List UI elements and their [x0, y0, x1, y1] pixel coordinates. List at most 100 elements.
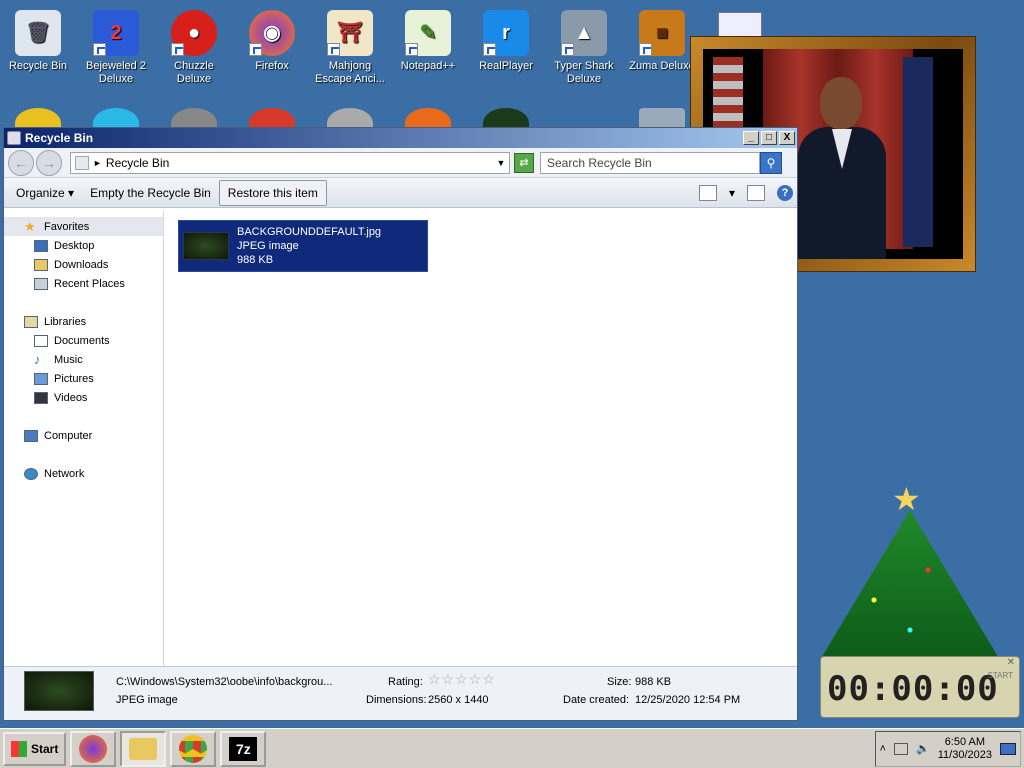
start-button[interactable]: Start — [3, 731, 67, 766]
documents-icon — [34, 334, 48, 347]
dimensions-value: 2560 x 1440 — [428, 694, 489, 706]
recycle-bin-icon — [75, 155, 89, 170]
image-thumbnail — [183, 232, 229, 260]
date-created-value: 12/25/2020 12:54 PM — [635, 694, 741, 706]
forward-button[interactable]: → — [36, 149, 62, 176]
empty-recycle-bin-button[interactable]: Empty the Recycle Bin — [82, 181, 219, 205]
clock-gadget[interactable]: ✕ 00:00:00 START — [820, 656, 1020, 718]
nav-videos[interactable]: Videos — [4, 388, 163, 407]
nav-computer[interactable]: Computer — [4, 426, 163, 445]
chevron-down-icon[interactable]: ▾ — [729, 186, 735, 200]
taskbar-chrome[interactable] — [170, 730, 217, 767]
zuma-icon: ■ — [639, 10, 685, 56]
nav-music[interactable]: ♪ Music — [4, 350, 163, 369]
rating-label: Rating: — [388, 676, 423, 688]
window-title: Recycle Bin — [25, 131, 94, 145]
nav-network[interactable]: Network — [4, 464, 163, 483]
notepadpp-icon: ✎ — [405, 10, 451, 56]
desktop-icon-firefox[interactable]: ◉ Firefox — [234, 4, 310, 73]
clock-digits: 00:00:00 — [827, 669, 999, 709]
desktop-icon-bejeweled[interactable]: 2 Bejeweled 2 Deluxe — [78, 4, 154, 86]
size-label: Size: — [607, 676, 632, 688]
desktop-icon-typer-shark[interactable]: ▲ Typer Shark Deluxe — [546, 4, 622, 86]
recycle-bin-window: Recycle Bin _ □ X ← → ► Recycle Bin ▼ ⇄ … — [3, 127, 798, 721]
breadcrumb[interactable]: Recycle Bin — [106, 156, 169, 170]
bejeweled-icon: 2 — [93, 10, 139, 56]
rating-stars[interactable]: ☆☆☆☆☆ — [428, 671, 496, 688]
taskbar-7zip[interactable]: 7z — [220, 730, 267, 767]
desktop-icon-label: Mahjong Escape Anci... — [315, 60, 385, 85]
desktop-icon-chuzzle[interactable]: ● Chuzzle Deluxe — [156, 4, 232, 86]
nav-libraries[interactable]: Libraries — [4, 312, 163, 331]
close-icon[interactable]: ✕ — [1007, 657, 1015, 668]
dimensions-label: Dimensions: — [366, 694, 427, 706]
taskbar-explorer[interactable] — [120, 730, 167, 767]
command-bar: Organize ▾ Empty the Recycle Bin Restore… — [4, 178, 797, 208]
chevron-down-icon[interactable]: ▼ — [493, 158, 509, 168]
windows-logo-icon — [11, 740, 27, 757]
7zip-icon: 7z — [229, 736, 258, 761]
desktop-icon-notepadpp[interactable]: ✎ Notepad++ — [390, 4, 466, 73]
realplayer-icon: r — [483, 10, 529, 56]
desktop-icon-realplayer[interactable]: r RealPlayer — [468, 4, 544, 73]
desktop-icon-label: RealPlayer — [479, 60, 533, 72]
nav-desktop[interactable]: Desktop — [4, 236, 163, 255]
file-name: BACKGROUNDDEFAULT.jpg — [237, 226, 382, 238]
preview-pane-icon[interactable] — [747, 184, 765, 201]
file-item-selected[interactable]: BACKGROUNDDEFAULT.jpg JPEG image 988 KB — [178, 220, 428, 272]
desktop-icon-label: Bejeweled 2 Deluxe — [86, 60, 146, 85]
desktop-icon-label: Chuzzle Deluxe — [174, 60, 214, 85]
address-bar[interactable]: ► Recycle Bin ▼ — [70, 151, 510, 174]
show-desktop-icon[interactable] — [1000, 742, 1016, 755]
recycle-bin-icon — [7, 131, 21, 145]
recent-places-icon — [34, 277, 48, 290]
nav-documents[interactable]: Documents — [4, 331, 163, 350]
search-input[interactable]: Search Recycle Bin — [540, 151, 760, 174]
nav-downloads[interactable]: Downloads — [4, 255, 163, 274]
date-created-label: Date created: — [563, 694, 630, 706]
organize-button[interactable]: Organize ▾ — [8, 181, 82, 205]
recycle-bin-icon: 🗑 — [15, 10, 61, 56]
title-bar[interactable]: Recycle Bin _ □ X — [4, 128, 797, 148]
search-icon[interactable]: ⚲ — [760, 151, 782, 174]
music-icon: ♪ — [34, 351, 41, 367]
desktop-icon-label: Notepad++ — [400, 60, 456, 72]
file-path: C:\Windows\System32\oobe\info\backgrou..… — [116, 676, 333, 688]
star-icon: ★ — [892, 481, 921, 517]
network-icon[interactable] — [894, 742, 909, 755]
desktop-icon-label: Firefox — [255, 60, 289, 72]
desktop-icon-recycle-bin[interactable]: 🗑 Recycle Bin — [0, 4, 76, 73]
content-area: ★ Favorites Desktop Downloads Recent Plac… — [4, 211, 797, 666]
restore-item-button[interactable]: Restore this item — [218, 179, 327, 206]
libraries-icon — [24, 315, 38, 328]
chrome-icon — [179, 734, 208, 763]
desktop-icon-label: Recycle Bin — [8, 60, 68, 72]
minimize-button[interactable]: _ — [743, 131, 759, 145]
network-icon — [24, 467, 38, 480]
typer-shark-icon: ▲ — [561, 10, 607, 56]
clock-start-button[interactable]: START — [988, 671, 1013, 681]
help-icon[interactable]: ? — [777, 184, 793, 201]
refresh-button[interactable]: ⇄ — [514, 152, 534, 173]
folder-icon — [129, 737, 158, 760]
file-size: 988 KB — [237, 254, 274, 266]
volume-icon[interactable]: 🔈 — [916, 742, 930, 755]
view-options-icon[interactable] — [698, 184, 717, 201]
maximize-button[interactable]: □ — [761, 131, 777, 145]
downloads-folder-icon — [34, 258, 48, 271]
christmas-tree-decoration: ★ — [820, 480, 1010, 660]
desktop-icon-label: Typer Shark Deluxe — [554, 60, 614, 85]
taskbar-firefox[interactable] — [70, 730, 117, 767]
nav-pictures[interactable]: Pictures — [4, 369, 163, 388]
desktop-icon-zuma[interactable]: ■ Zuma Deluxe — [624, 4, 700, 73]
system-tray: ˄ 🔈 6:50 AM 11/30/2023 — [874, 730, 1021, 767]
clock[interactable]: 6:50 AM 11/30/2023 — [938, 736, 992, 762]
back-button[interactable]: ← — [8, 149, 34, 176]
file-list: BACKGROUNDDEFAULT.jpg JPEG image 988 KB — [164, 211, 797, 666]
desktop-icon-mahjong[interactable]: ⛩ Mahjong Escape Anci... — [312, 4, 388, 86]
window-icon — [718, 12, 762, 38]
nav-favorites[interactable]: ★ Favorites — [4, 217, 163, 236]
close-button[interactable]: X — [779, 131, 795, 145]
nav-recent-places[interactable]: Recent Places — [4, 274, 163, 293]
show-hidden-icons-icon[interactable]: ˄ — [880, 743, 886, 755]
